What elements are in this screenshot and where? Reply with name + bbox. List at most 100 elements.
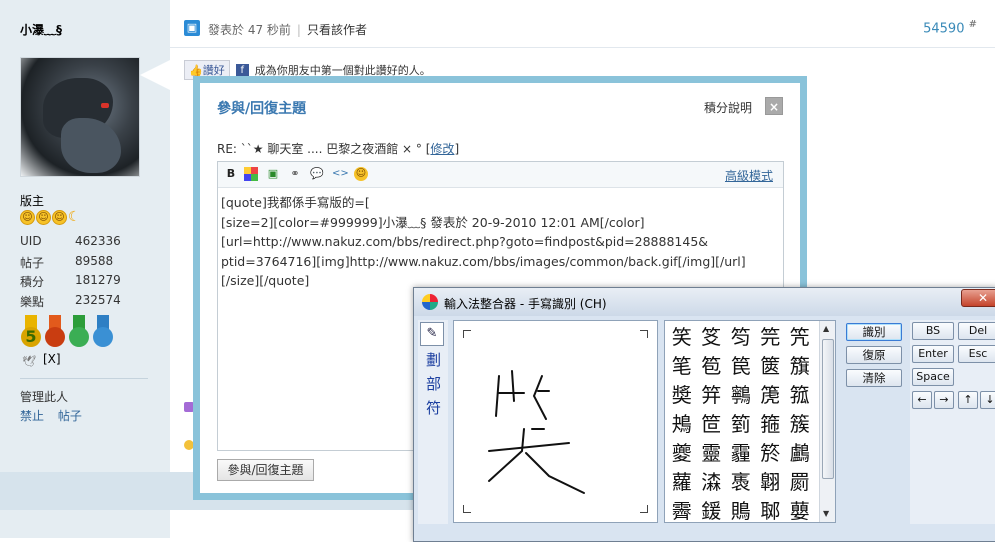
smiley-icon: ☺ <box>20 210 35 225</box>
candidate-char[interactable]: 笑 <box>667 323 697 352</box>
candidate-char[interactable]: 笔 <box>667 352 697 381</box>
medal-icon[interactable]: 5 <box>20 315 42 349</box>
floor-number[interactable]: 54590 # <box>923 19 977 36</box>
points-help-link[interactable]: 積分說明 <box>704 99 752 116</box>
ime-titlebar[interactable]: 輸入法整合器 - 手寫識別 (CH) ✕ <box>414 288 995 316</box>
candidate-char[interactable]: 箛 <box>785 381 815 410</box>
candidate-scrollbar[interactable]: ▲ ▼ <box>819 321 835 522</box>
candidate-char[interactable]: 翺 <box>756 468 786 497</box>
candidate-char[interactable]: 蘡 <box>785 497 815 522</box>
image-icon[interactable]: ▣ <box>266 167 280 181</box>
admin-links: 禁止 帖子 <box>20 407 92 424</box>
candidate-char[interactable]: 箍 <box>756 410 786 439</box>
ime-logo-icon <box>422 294 438 310</box>
scroll-down-icon[interactable]: ▼ <box>823 509 829 518</box>
medal-icon[interactable] <box>92 315 114 349</box>
medal-icon[interactable] <box>44 315 66 349</box>
candidate-char[interactable]: 夔 <box>667 439 697 468</box>
candidate-char[interactable]: 笅 <box>697 323 727 352</box>
delete-key[interactable]: Del <box>958 322 995 340</box>
facebook-icon: f <box>235 63 249 77</box>
candidate-char[interactable]: 霽 <box>667 497 697 522</box>
right-arrow-key[interactable]: → <box>934 391 954 409</box>
enter-key[interactable]: Enter <box>912 345 954 363</box>
message-textarea[interactable]: [quote]我都係手寫版的=[ [size=2][color=#999999]… <box>218 188 783 296</box>
candidate-char[interactable]: 笣 <box>697 352 727 381</box>
dialog-title: 參與/回復主題 <box>217 101 307 117</box>
moon-icon: ☾ <box>68 209 81 225</box>
stat-value: 462336 <box>75 234 121 248</box>
escape-key[interactable]: Esc <box>958 345 995 363</box>
candidate-char[interactable]: 靈 <box>697 439 727 468</box>
candidate-char[interactable]: 笉 <box>726 323 756 352</box>
candidate-char[interactable]: 籏 <box>785 352 815 381</box>
candidate-char[interactable]: 箎 <box>756 381 786 410</box>
stat-key: 樂點 <box>20 294 45 309</box>
scroll-thumb[interactable] <box>822 339 834 479</box>
radical-mode-button[interactable]: 部 <box>426 373 441 394</box>
avatar[interactable] <box>20 57 140 177</box>
candidate-char[interactable]: 鍰 <box>697 497 727 522</box>
edit-link[interactable]: 修改 <box>430 142 454 156</box>
candidate-char[interactable]: 鴂 <box>667 410 697 439</box>
down-arrow-key[interactable]: ↓ <box>980 391 995 409</box>
submit-reply-button[interactable]: 參與/回復主題 <box>217 459 314 481</box>
candidate-char[interactable]: 笐 <box>785 323 815 352</box>
recognize-button[interactable]: 識別 <box>846 323 902 341</box>
candidate-char[interactable]: 潹 <box>697 468 727 497</box>
bold-icon[interactable]: B <box>224 167 238 181</box>
candidate-char[interactable]: 鸋 <box>726 381 756 410</box>
author-only-link[interactable]: 只看該作者 <box>307 23 367 37</box>
close-link[interactable]: [X] <box>43 352 61 366</box>
candidate-char[interactable]: 笢 <box>726 352 756 381</box>
link-icon[interactable]: ⚭ <box>288 167 302 181</box>
stat-key: 帖子 <box>20 255 45 270</box>
stat-value: 89588 <box>75 253 114 268</box>
candidate-char[interactable]: 笄 <box>697 381 727 410</box>
candidate-char[interactable]: 罽 <box>785 468 815 497</box>
editor-toolbar: B ▣ ⚭ 💬 <> ☺ 高級模式 <box>218 162 783 188</box>
handwriting-canvas[interactable] <box>453 320 658 523</box>
advanced-mode-link[interactable]: 高級模式 <box>725 167 773 184</box>
stat-row: 樂點 232574 <box>20 293 121 313</box>
candidate-char[interactable]: 篋 <box>756 352 786 381</box>
clear-button[interactable]: 清除 <box>846 369 902 387</box>
quote-icon[interactable]: 💬 <box>310 167 324 181</box>
candidate-char[interactable]: 箊 <box>756 439 786 468</box>
candidate-char[interactable]: 霾 <box>726 439 756 468</box>
up-arrow-key[interactable]: ↑ <box>958 391 978 409</box>
candidate-char[interactable]: 鸕 <box>785 439 815 468</box>
candidate-char[interactable]: 簇 <box>785 410 815 439</box>
close-button[interactable]: × <box>765 97 783 115</box>
candidate-char[interactable]: 箌 <box>726 410 756 439</box>
candidate-char[interactable]: 奬 <box>667 381 697 410</box>
bird-icon: 🕊 <box>22 355 36 368</box>
candidate-char[interactable]: 郰 <box>756 497 786 522</box>
candidate-char[interactable]: 蘿 <box>667 468 697 497</box>
undo-button[interactable]: 復原 <box>846 346 902 364</box>
ime-close-button[interactable]: ✕ <box>961 289 995 307</box>
candidate-char[interactable]: 鵙 <box>726 497 756 522</box>
stat-row: 積分 181279 <box>20 273 121 293</box>
candidate-char[interactable]: 褭 <box>726 468 756 497</box>
candidate-char[interactable]: 笎 <box>756 323 786 352</box>
stat-row: 帖子 89588 <box>20 254 121 274</box>
posts-link[interactable]: 帖子 <box>58 409 82 423</box>
post-icon: ▣ <box>184 20 200 36</box>
candidate-char[interactable]: 笸 <box>697 410 727 439</box>
ban-link[interactable]: 禁止 <box>20 409 44 423</box>
author-username[interactable]: 小瀑﹏§ <box>20 21 62 38</box>
scroll-up-icon[interactable]: ▲ <box>823 324 829 333</box>
color-icon[interactable] <box>244 167 258 181</box>
code-icon[interactable]: <> <box>332 167 349 181</box>
pen-icon[interactable]: ✎ <box>420 322 444 346</box>
ime-title: 輸入法整合器 - 手寫識別 (CH) <box>444 297 607 311</box>
space-key[interactable]: Space <box>912 368 954 386</box>
stat-key: UID <box>20 234 42 248</box>
backspace-key[interactable]: BS <box>912 322 954 340</box>
left-arrow-key[interactable]: ← <box>912 391 932 409</box>
symbol-mode-button[interactable]: 符 <box>426 397 441 418</box>
smiley-icon[interactable]: ☺ <box>354 167 368 181</box>
stroke-mode-button[interactable]: 劃 <box>426 349 441 370</box>
medal-icon[interactable] <box>68 315 90 349</box>
